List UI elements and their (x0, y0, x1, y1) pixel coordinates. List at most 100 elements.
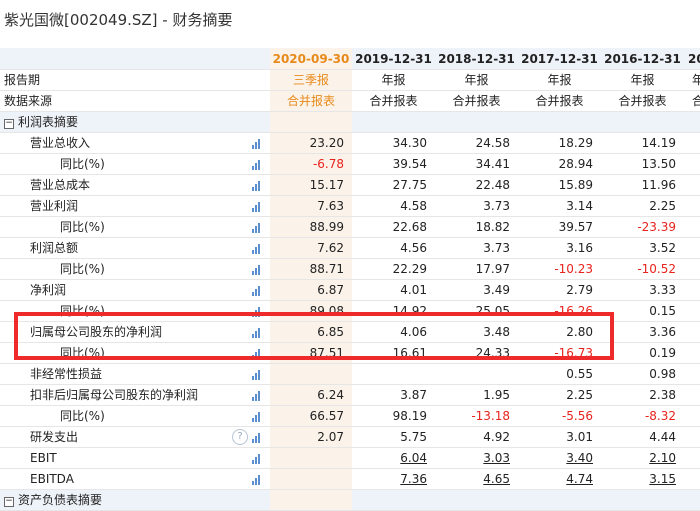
bar-chart-icon[interactable] (252, 244, 262, 254)
value-cell: -16.26 (554, 304, 593, 318)
row-label: 同比(%) (60, 304, 105, 318)
period-header-partial[interactable]: 20 (684, 48, 700, 69)
table-row: 归属母公司股东的净利润 6.85 4.06 3.48 2.80 3.36 (0, 322, 700, 343)
value-cell[interactable]: 7.36 (352, 469, 435, 489)
value-cell: 0.55 (566, 367, 593, 381)
report-type: 年报 (381, 73, 406, 87)
value-cell: 0.15 (649, 304, 676, 318)
table-row: 同比(%) 87.51 16.61 24.33 -16.73 0.19 (0, 343, 700, 364)
value-cell: 22.48 (475, 178, 510, 192)
row-label: 同比(%) (60, 346, 105, 360)
row-label: 归属母公司股东的净利润 (30, 325, 163, 339)
value-cell[interactable]: 3.40 (518, 448, 601, 468)
bar-chart-icon[interactable] (252, 454, 262, 464)
value-cell: 5.75 (400, 430, 427, 444)
section-income-label: 利润表摘要 (18, 115, 79, 129)
value-cell: 28.94 (558, 157, 593, 171)
period-header-2020-09-30[interactable]: 2020-09-30 (270, 48, 352, 69)
bar-chart-icon[interactable] (252, 475, 262, 485)
value-cell: 7.63 (270, 196, 352, 216)
section-income-statement[interactable]: − 利润表摘要 (0, 112, 700, 133)
row-label: EBIT (30, 451, 57, 465)
bar-chart-icon[interactable] (252, 265, 262, 275)
row-label: 利润总额 (30, 241, 79, 255)
value-cell: 1.95 (483, 388, 510, 402)
table-row: EBITDA 7.36 4.65 4.74 3.15 (0, 469, 700, 490)
bar-chart-icon[interactable] (252, 286, 262, 296)
value-cell[interactable]: 3.03 (435, 448, 518, 468)
value-cell: 3.87 (400, 388, 427, 402)
value-cell (270, 469, 352, 489)
value-cell: 3.33 (649, 283, 676, 297)
value-cell: 3.73 (483, 241, 510, 255)
report-type: 三季报 (270, 70, 352, 90)
value-cell: 2.07 (270, 427, 352, 447)
collapse-toggle-icon[interactable]: − (4, 119, 14, 129)
section-balance-label-wrap: − 资产负债表摘要 (4, 490, 264, 510)
period-header-2018-12-31[interactable]: 2018-12-31 (435, 48, 518, 69)
value-cell: 4.01 (400, 283, 427, 297)
bar-chart-icon[interactable] (252, 181, 262, 191)
value-cell (435, 364, 518, 384)
value-cell: 0.98 (649, 367, 676, 381)
data-source-label: 数据来源 (4, 94, 53, 108)
value-cell: 34.30 (392, 136, 427, 150)
page-title: 紫光国微[002049.SZ] - 财务摘要 (4, 11, 233, 29)
value-cell[interactable]: 4.74 (518, 469, 601, 489)
bar-chart-icon[interactable] (252, 391, 262, 401)
bar-chart-icon[interactable] (252, 160, 262, 170)
table-row: 同比(%) 66.57 98.19 -13.18 -5.56 -8.32 (0, 406, 700, 427)
table-row: 净利润 6.87 4.01 3.49 2.79 3.33 (0, 280, 700, 301)
table-row: 同比(%) 88.71 22.29 17.97 -10.23 -10.52 (0, 259, 700, 280)
value-cell[interactable]: 2.10 (601, 448, 684, 468)
value-cell[interactable]: 4.65 (435, 469, 518, 489)
value-cell: 89.08 (270, 301, 352, 321)
period-header-2017-12-31[interactable]: 2017-12-31 (518, 48, 601, 69)
bar-chart-icon[interactable] (252, 202, 262, 212)
value-cell: 4.56 (400, 241, 427, 255)
value-cell: 2.79 (566, 283, 593, 297)
value-cell: 27.75 (392, 178, 427, 192)
report-type: 年报 (630, 73, 655, 87)
financial-summary-table: 2020-09-30 2019-12-31 2018-12-31 2017-12… (0, 48, 700, 511)
row-label: 同比(%) (60, 409, 105, 423)
value-cell: 3.14 (566, 199, 593, 213)
value-cell: 25.05 (475, 304, 510, 318)
bar-chart-icon[interactable] (252, 223, 262, 233)
value-cell[interactable]: 6.04 (352, 448, 435, 468)
value-cell: 2.25 (566, 388, 593, 402)
value-cell: -10.23 (554, 262, 593, 276)
row-label: 净利润 (30, 283, 67, 297)
table-row: 同比(%) 88.99 22.68 18.82 39.57 -23.39 (0, 217, 700, 238)
bar-chart-icon[interactable] (252, 370, 262, 380)
table-row: 利润总额 7.62 4.56 3.73 3.16 3.52 (0, 238, 700, 259)
bar-chart-icon[interactable] (252, 307, 262, 317)
highlight-column-bg (270, 490, 352, 510)
section-balance-label: 资产负债表摘要 (18, 493, 103, 507)
data-source: 合并报表 (452, 94, 501, 108)
bar-chart-icon[interactable] (252, 328, 262, 338)
value-cell: 34.41 (475, 157, 510, 171)
report-type: 年报 (464, 73, 489, 87)
section-balance-sheet[interactable]: − 资产负债表摘要 (0, 490, 700, 511)
row-label: 同比(%) (60, 220, 105, 234)
data-source: 合并报表 (369, 94, 418, 108)
row-label: 营业总成本 (30, 178, 91, 192)
value-cell: 4.44 (649, 430, 676, 444)
value-cell: 2.25 (649, 199, 676, 213)
value-cell[interactable]: 3.15 (601, 469, 684, 489)
bar-chart-icon[interactable] (252, 433, 262, 443)
period-header-2016-12-31[interactable]: 2016-12-31 (601, 48, 684, 69)
bar-chart-icon[interactable] (252, 139, 262, 149)
value-cell (352, 364, 435, 384)
value-cell: 6.85 (270, 322, 352, 342)
section-income-label-wrap: − 利润表摘要 (4, 112, 264, 132)
bar-chart-icon[interactable] (252, 412, 262, 422)
table-row: 研发支出? 2.07 5.75 4.92 3.01 4.44 (0, 427, 700, 448)
period-header-2019-12-31[interactable]: 2019-12-31 (352, 48, 435, 69)
bar-chart-icon[interactable] (252, 349, 262, 359)
value-cell: 16.61 (392, 346, 427, 360)
value-cell: 66.57 (270, 406, 352, 426)
help-icon[interactable]: ? (232, 429, 248, 445)
value-cell: 39.54 (392, 157, 427, 171)
